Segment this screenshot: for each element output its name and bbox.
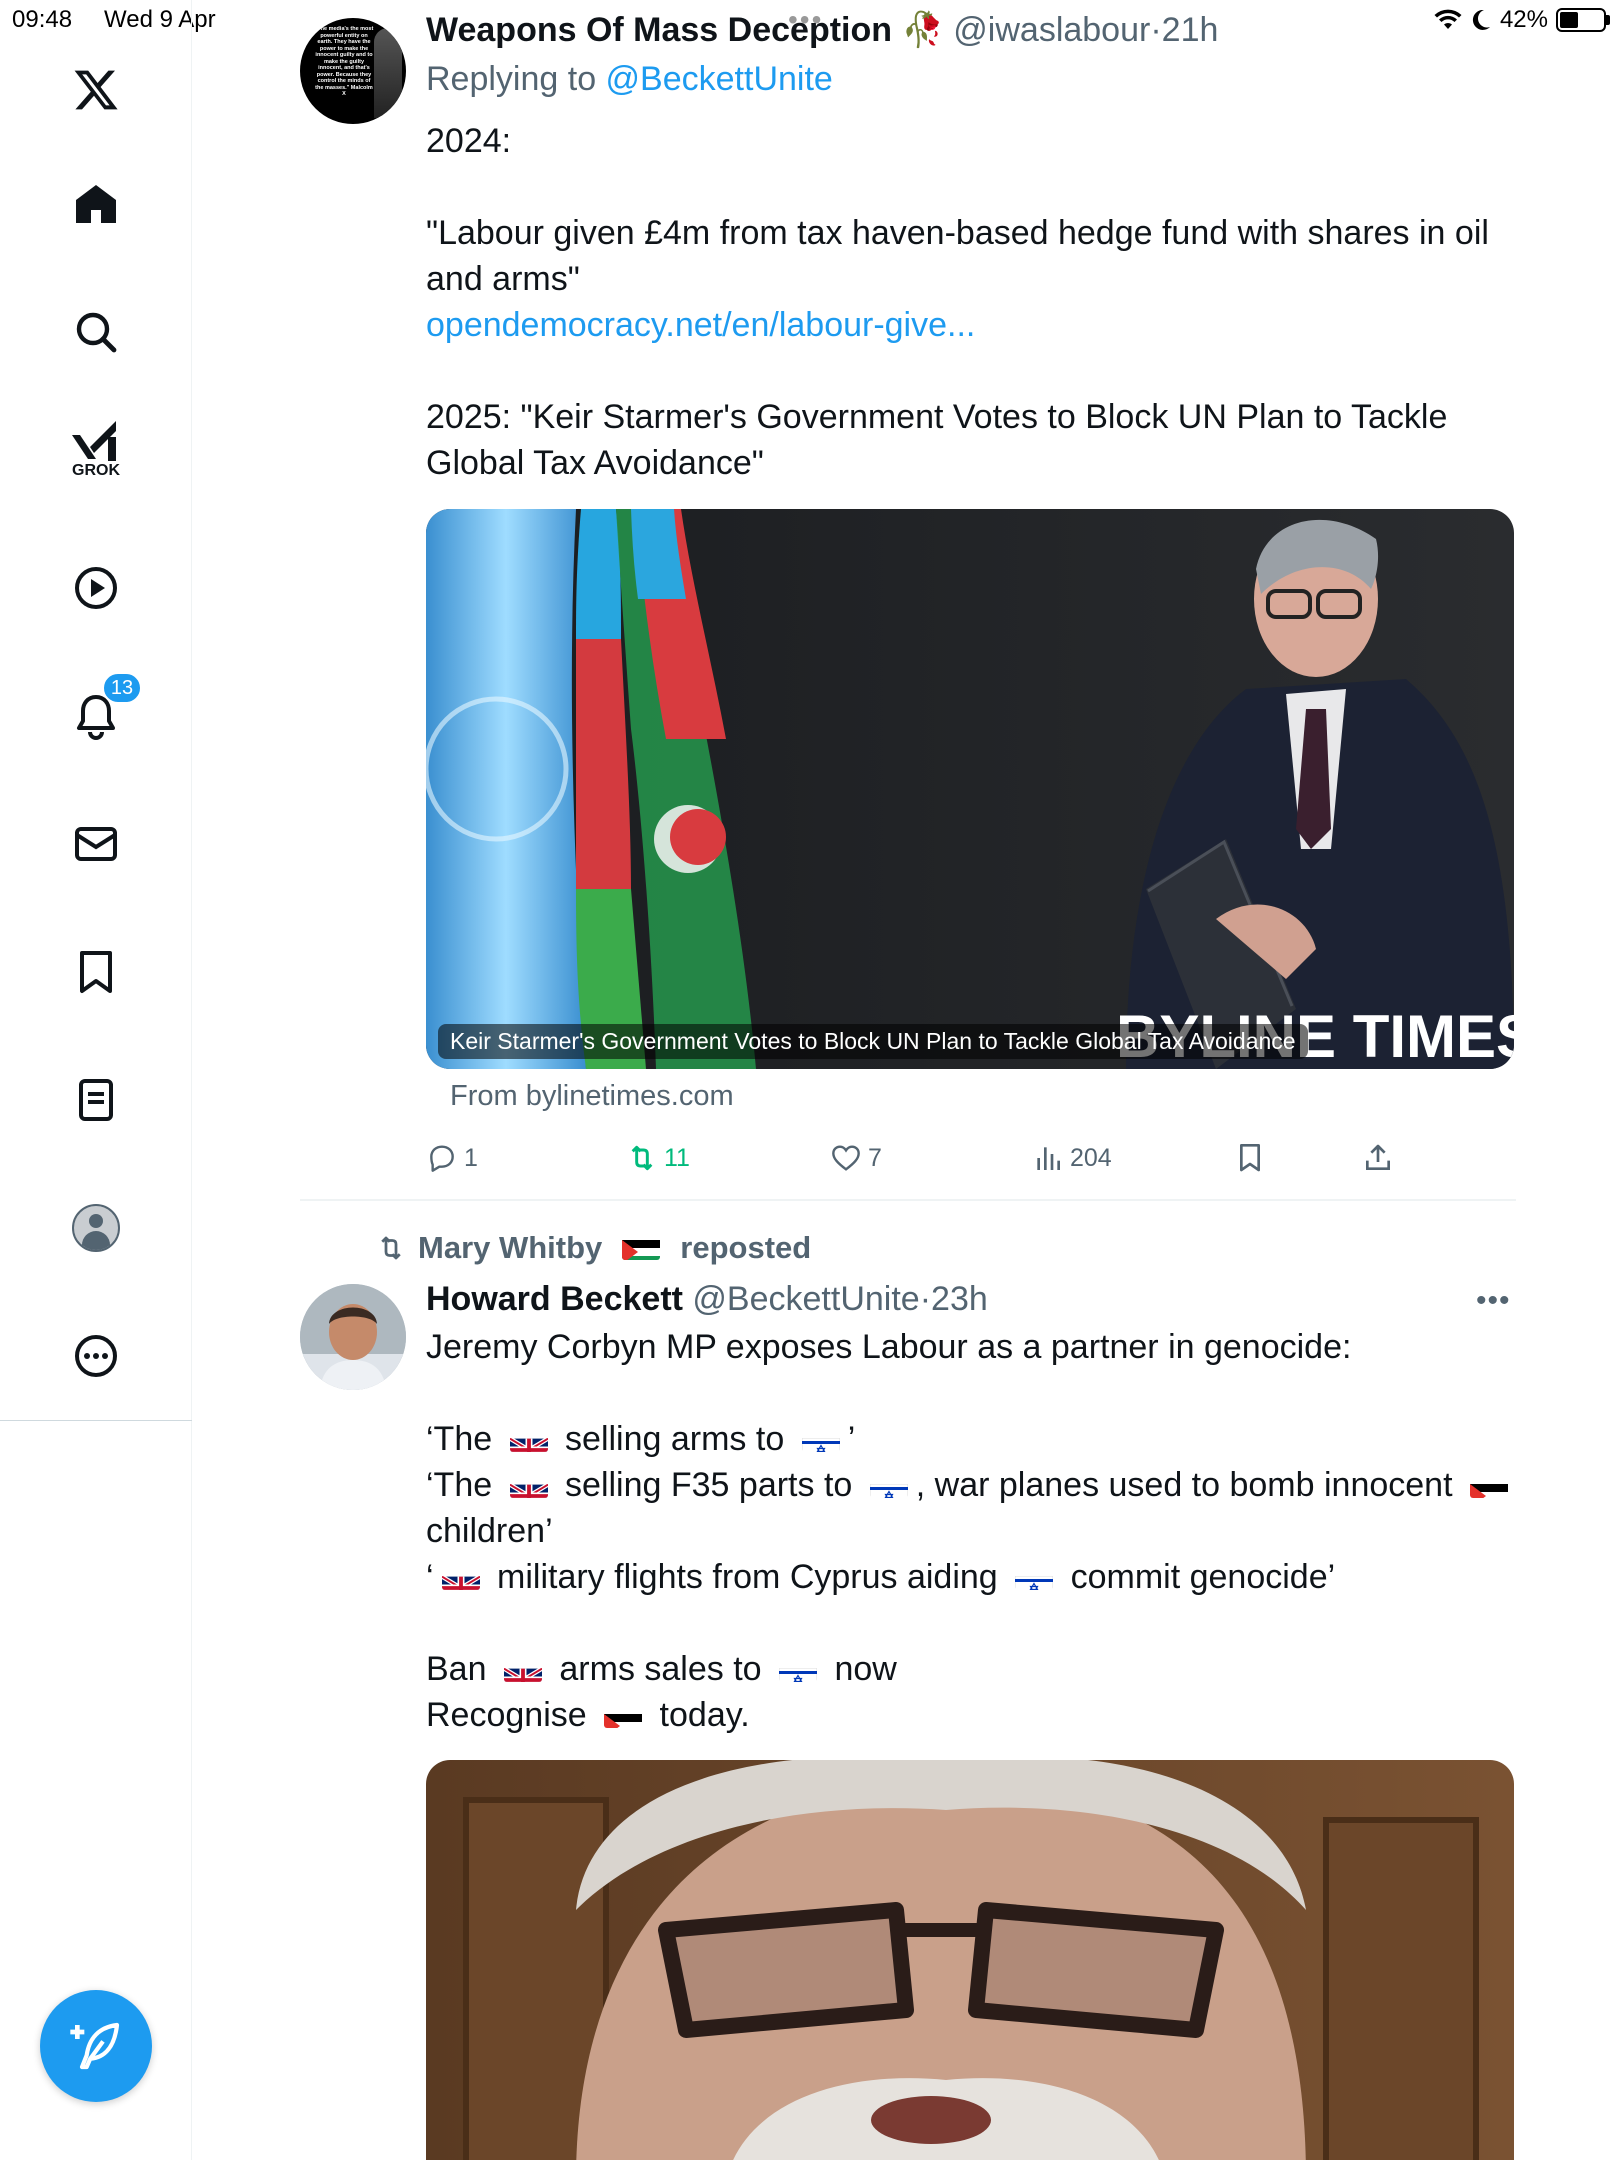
reposter-name[interactable]: Mary Whitby — [418, 1230, 602, 1266]
reply-count: 1 — [464, 1143, 478, 1172]
quote-line-3: ‘ military flights from Cyprus aiding co… — [426, 1554, 1516, 1600]
tweet-time[interactable]: 21h — [1162, 11, 1219, 49]
tweet-time[interactable]: 23h — [931, 1280, 988, 1318]
lists-icon[interactable] — [66, 1070, 126, 1130]
israel-flag-icon — [801, 1428, 840, 1452]
reposted-label: reposted — [680, 1230, 812, 1265]
tweet-text-year: 2024: — [426, 122, 512, 160]
author-handle[interactable]: @iwaslabour — [953, 11, 1150, 49]
mail-icon[interactable] — [66, 814, 126, 874]
share-button[interactable] — [1362, 1136, 1394, 1180]
tweet-header: Howard Beckett @BeckettUnite·23h — [426, 1280, 988, 1318]
sidebar-divider — [0, 1420, 192, 1421]
howard-beckett-avatar — [300, 1284, 406, 1390]
uk-flag-icon — [441, 1566, 480, 1590]
author-name[interactable]: Howard Beckett — [426, 1280, 683, 1318]
repost-icon — [631, 1145, 653, 1171]
tweet-text: 2024: "Labour given £4m from tax haven-b… — [426, 118, 1516, 486]
repost-icon — [381, 1236, 401, 1260]
notifications-bell-icon[interactable]: 13 — [66, 672, 142, 746]
bookmark-icon[interactable] — [66, 942, 126, 1002]
notification-badge: 13 — [102, 672, 142, 704]
uk-flag-icon — [503, 1658, 542, 1682]
video-icon[interactable] — [66, 558, 126, 618]
bookmark-icon — [1240, 1144, 1260, 1172]
grok-icon[interactable]: GROK — [66, 420, 126, 480]
tweet-link[interactable]: opendemocracy.net/en/labour-give... — [426, 306, 975, 344]
author-handle[interactable]: @BeckettUnite — [692, 1280, 919, 1318]
x-logo-icon[interactable] — [66, 60, 126, 120]
home-icon[interactable] — [66, 174, 126, 234]
views-button[interactable]: 204 — [1032, 1136, 1112, 1180]
avatar[interactable] — [300, 1284, 406, 1390]
israel-flag-icon — [869, 1474, 908, 1498]
view-count: 204 — [1070, 1143, 1112, 1172]
profile-icon[interactable] — [66, 1198, 126, 1258]
tweet-text-2025: 2025: "Keir Starmer's Government Votes t… — [426, 398, 1448, 482]
israel-flag-icon — [779, 1658, 818, 1682]
tweet-video-thumbnail[interactable] — [426, 1760, 1514, 2160]
tweet[interactable]: "The media's the most powerful entity on… — [300, 0, 1516, 1200]
palestine-flag-icon — [604, 1704, 643, 1728]
repost-context: Mary Whitby reposted — [376, 1230, 811, 1266]
repost-button[interactable]: 11 — [626, 1136, 690, 1180]
palestine-flag-icon — [622, 1236, 661, 1260]
repost-count: 11 — [664, 1143, 690, 1172]
more-options-icon[interactable]: ••• — [1476, 1284, 1511, 1318]
search-icon[interactable] — [66, 302, 126, 362]
like-button[interactable]: 7 — [830, 1136, 882, 1180]
corbyn-photo — [426, 1760, 1514, 2160]
compose-button[interactable] — [40, 1990, 152, 2102]
tweet-actions: 1 11 7 204 — [426, 1136, 1516, 1180]
replying-to: Replying to @BeckettUnite — [426, 60, 1516, 99]
quote-line-1: ‘The selling arms to ’ — [426, 1416, 1516, 1462]
card-caption: Keir Starmer's Government Votes to Block… — [438, 1024, 1308, 1059]
author-name[interactable]: Weapons Of Mass Deception — [426, 11, 892, 49]
compose-feather-icon — [70, 2022, 120, 2070]
avatar-quote-image: "The media's the most powerful entity on… — [314, 26, 374, 97]
uk-flag-icon — [509, 1474, 548, 1498]
starmer-photo: BYLINE TIMES — [426, 509, 1514, 1069]
reply-icon — [430, 1145, 454, 1172]
uk-flag-icon — [509, 1428, 548, 1452]
heart-icon — [832, 1145, 860, 1171]
sidebar: GROK 13 — [0, 0, 192, 2160]
rose-emoji: 🥀 — [901, 11, 944, 49]
avatar[interactable]: "The media's the most powerful entity on… — [300, 18, 406, 124]
battery-icon — [1556, 8, 1606, 32]
replying-to-link[interactable]: @BeckettUnite — [606, 60, 833, 98]
recognise-line: Recognise today. — [426, 1692, 1516, 1738]
bookmark-button[interactable] — [1234, 1136, 1266, 1180]
tweet[interactable]: Mary Whitby reposted Howard Beckett @Bec… — [300, 1200, 1516, 2160]
israel-flag-icon — [1015, 1566, 1054, 1590]
like-count: 7 — [868, 1143, 882, 1172]
tweet-text-intro: Jeremy Corbyn MP exposes Labour as a par… — [426, 1328, 1352, 1366]
palestine-flag-icon — [1469, 1474, 1508, 1498]
replying-to-label: Replying to — [426, 60, 606, 98]
tweet-text-quote: "Labour given £4m from tax haven-based h… — [426, 214, 1489, 298]
quote-line-2: ‘The selling F35 parts to , war planes u… — [426, 1462, 1516, 1508]
card-source[interactable]: From bylinetimes.com — [450, 1080, 734, 1113]
views-chart-icon — [1037, 1147, 1060, 1170]
tweet-header: Weapons Of Mass Deception 🥀 @iwaslabour·… — [426, 11, 1219, 49]
tweet-text: Jeremy Corbyn MP exposes Labour as a par… — [426, 1324, 1516, 1738]
reply-button[interactable]: 1 — [426, 1136, 478, 1180]
share-icon — [1366, 1144, 1390, 1170]
quote-line-2b: children’ — [426, 1512, 553, 1550]
more-icon[interactable] — [66, 1326, 126, 1386]
profile-avatar — [72, 1204, 120, 1252]
ban-line: Ban arms sales to now — [426, 1646, 1516, 1692]
link-card-image[interactable]: BYLINE TIMES Keir Starmer's Government V… — [426, 509, 1514, 1069]
grok-label: GROK — [72, 462, 120, 479]
